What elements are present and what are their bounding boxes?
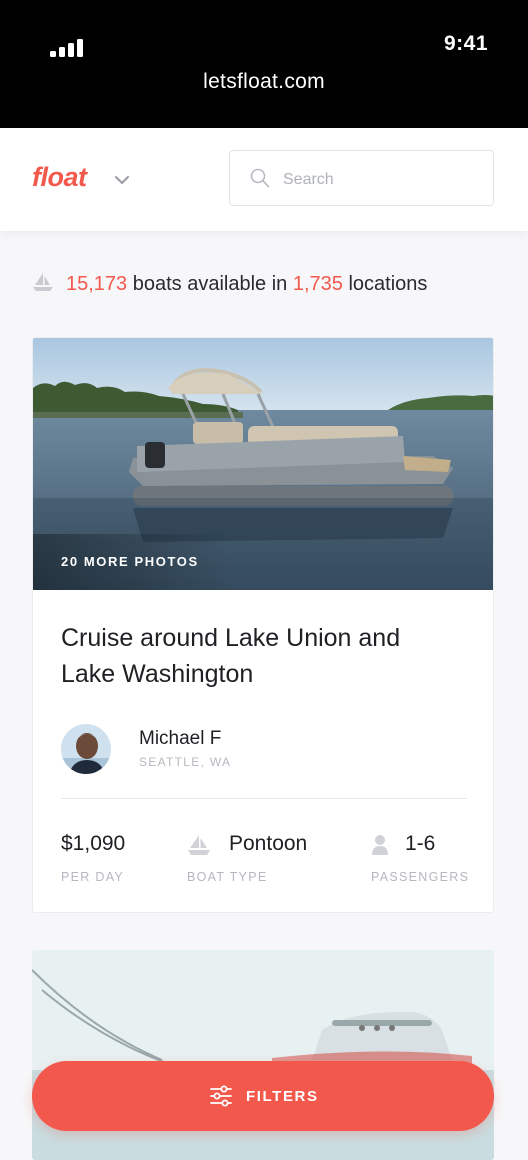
signal-icon: [50, 37, 86, 57]
search-placeholder: Search: [283, 171, 334, 188]
filters-label: FILTERS: [246, 1088, 319, 1105]
filters-button[interactable]: FILTERS: [32, 1061, 494, 1131]
app-header: float Search: [0, 128, 528, 231]
search-icon: [250, 168, 270, 188]
listing-card[interactable]: 20 MORE PHOTOS Cruise around Lake Union …: [32, 337, 494, 913]
price-label: PER DAY: [61, 870, 125, 884]
boats-text: boats available in: [132, 273, 288, 295]
chevron-down-icon[interactable]: [114, 172, 130, 188]
boat-type-value: Pontoon: [229, 832, 308, 855]
sliders-icon: [210, 1085, 232, 1107]
sailboat-icon: [33, 273, 53, 291]
more-photos-overlay[interactable]: 20 MORE PHOTOS: [33, 534, 233, 590]
status-bar: 9:41 letsfloat.com: [0, 0, 528, 128]
boat-type-label: BOAT TYPE: [187, 870, 268, 884]
avatar[interactable]: [61, 724, 111, 774]
locations-text: locations: [348, 273, 428, 295]
logo[interactable]: float: [32, 162, 87, 193]
availability-summary: 15,173 boats available in 1,735 location…: [32, 272, 427, 296]
host-location: SEATTLE, WA: [139, 755, 232, 769]
person-icon: [372, 835, 388, 855]
search-input[interactable]: Search: [229, 150, 494, 206]
more-photos-label: 20 MORE PHOTOS: [61, 554, 199, 569]
passengers-label: PASSENGERS: [371, 870, 470, 884]
address-bar-url[interactable]: letsfloat.com: [0, 70, 528, 94]
price-value: $1,090: [61, 832, 126, 855]
divider: [61, 798, 467, 799]
sailboat-icon: [188, 835, 210, 855]
passengers-value: 1-6: [405, 832, 436, 855]
listing-photo[interactable]: 20 MORE PHOTOS: [33, 338, 493, 590]
host-name[interactable]: Michael F: [139, 728, 221, 750]
boats-count: 15,173: [66, 273, 128, 295]
status-time: 9:41: [443, 32, 488, 55]
listing-title[interactable]: Cruise around Lake Union and Lake Washin…: [61, 620, 461, 692]
locations-count: 1,735: [292, 273, 343, 295]
